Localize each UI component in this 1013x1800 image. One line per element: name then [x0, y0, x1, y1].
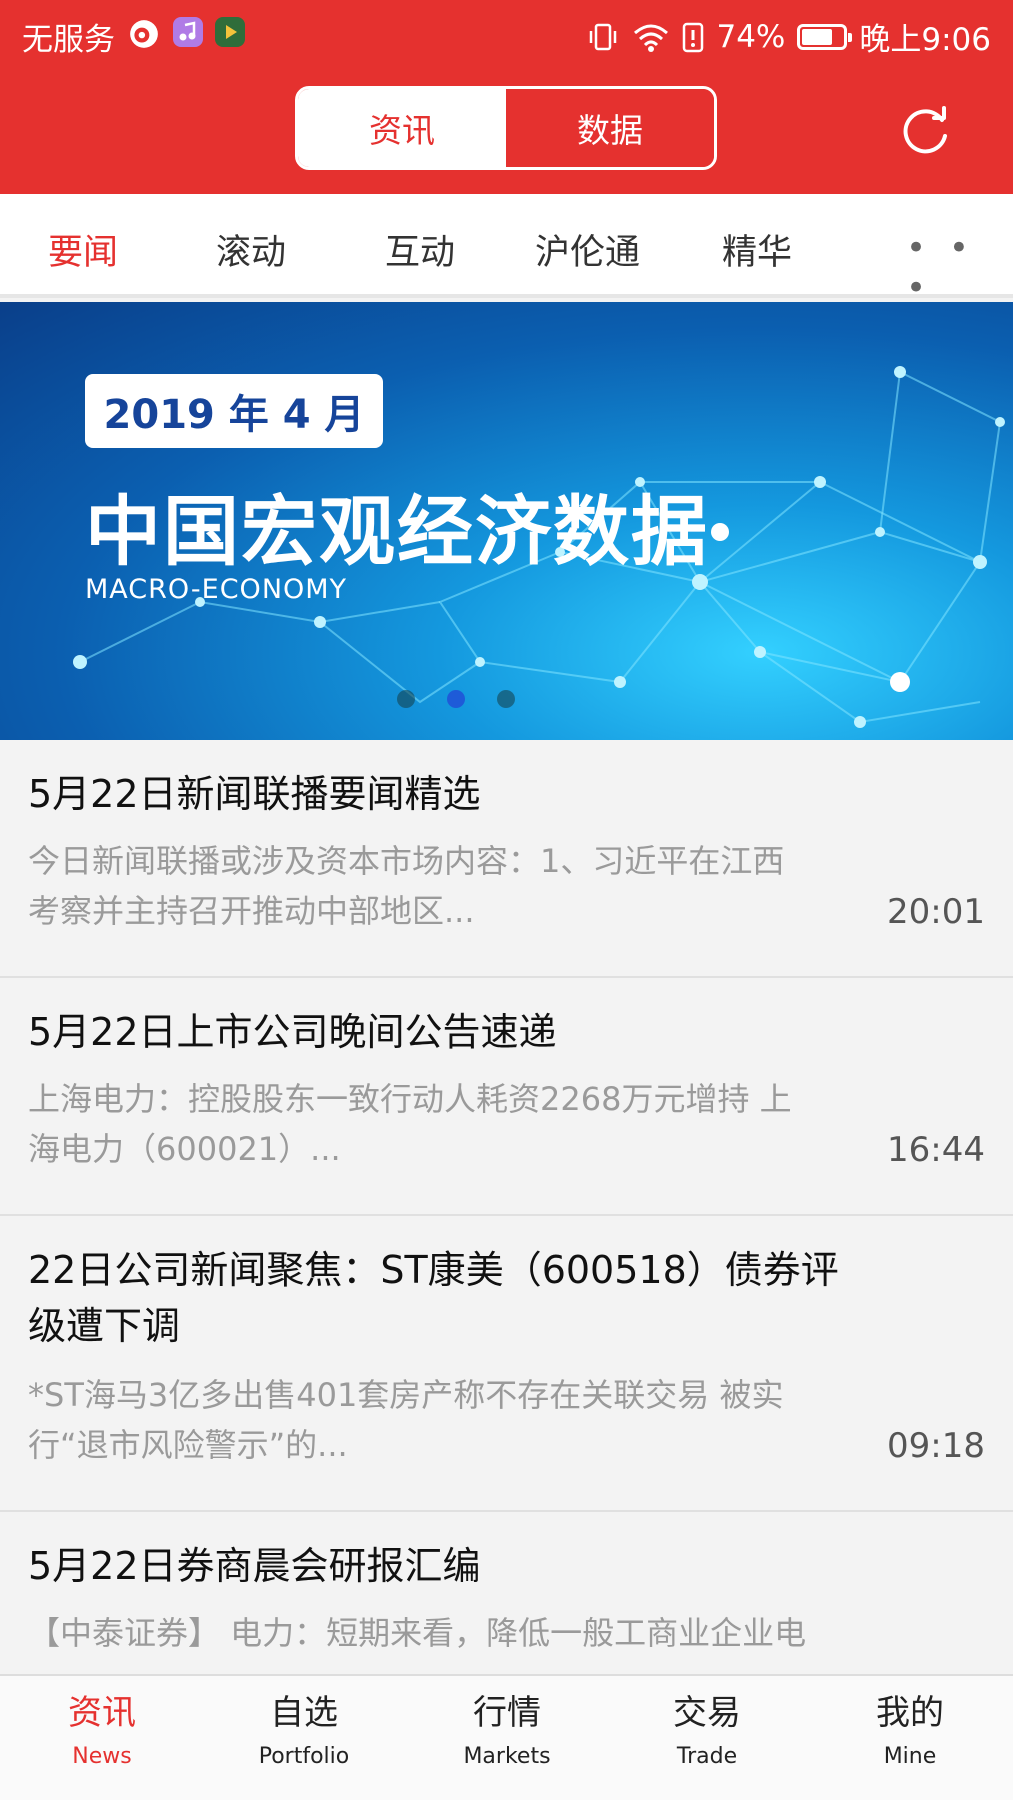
video-app-icon — [215, 17, 245, 47]
news-time: 09:18 — [887, 1426, 985, 1466]
news-title: 5月22日上市公司晚间公告速递 — [28, 1010, 557, 1054]
banner-date: 2019 年 4 月 — [85, 374, 383, 448]
app-header: 无服务 74% 晚上9:06 资讯 数据 — [0, 0, 1013, 194]
nav-sublabel: News — [72, 1744, 132, 1769]
news-item[interactable]: 5月22日新闻联播要闻精选 今日新闻联播或涉及资本市场内容：1、习近平在江西 考… — [0, 740, 1013, 978]
news-list: 5月22日新闻联播要闻精选 今日新闻联播或涉及资本市场内容：1、习近平在江西 考… — [0, 740, 1013, 1712]
news-item[interactable]: 5月22日上市公司晚间公告速递 上海电力：控股股东一致行动人耗资2268万元增持… — [0, 978, 1013, 1216]
news-summary-line: 上海电力：控股股东一致行动人耗资2268万元增持 上 — [28, 1080, 792, 1118]
nav-markets[interactable]: 行情 Markets — [437, 1690, 577, 1769]
more-tabs-icon[interactable]: • • • — [906, 228, 1013, 308]
nav-label: 资讯 — [68, 1693, 136, 1733]
banner-carousel[interactable]: 2019 年 4 月 中国宏观经济数据 MACRO-ECONOMY — [0, 302, 1013, 740]
nav-label: 自选 — [270, 1693, 338, 1733]
carousel-dot[interactable] — [447, 690, 465, 708]
tab-interactive[interactable]: 互动 — [385, 224, 455, 275]
clock: 晚上9:06 — [859, 22, 991, 58]
refresh-icon[interactable] — [898, 102, 954, 158]
tab-rolling[interactable]: 滚动 — [216, 224, 286, 275]
category-tabs: 要闻 滚动 互动 沪伦通 精华 • • • — [0, 194, 1013, 308]
banner-title: 中国宏观经济数据 — [85, 487, 709, 576]
status-right: 74% 晚上9:06 — [586, 14, 991, 59]
banner-subtitle: MACRO-ECONOMY — [85, 574, 348, 605]
news-title-line2: 级遭下调 — [28, 1304, 181, 1348]
nav-sublabel: Mine — [883, 1744, 937, 1769]
segment-data[interactable]: 数据 — [506, 89, 714, 167]
nav-sublabel: Portfolio — [258, 1744, 350, 1769]
nav-label: 行情 — [473, 1693, 541, 1733]
tab-highlights[interactable]: 精华 — [722, 224, 792, 275]
carrier-label: 无服务 — [22, 22, 115, 58]
news-title: 5月22日新闻联播要闻精选 — [28, 772, 481, 816]
vibrate-icon — [590, 23, 617, 50]
segment-news[interactable]: 资讯 — [298, 89, 506, 167]
news-summary-line: 考察并主持召开推动中部地区... — [28, 892, 475, 930]
battery-icon — [797, 23, 853, 50]
battery-percent: 74% — [716, 18, 786, 55]
news-summary-line: 【中泰证券】 电力：短期来看，降低一般工商业企业电 — [28, 1614, 807, 1652]
nav-news[interactable]: 资讯 News — [32, 1690, 172, 1769]
nav-trade[interactable]: 交易 Trade — [637, 1690, 777, 1769]
nav-label: 交易 — [673, 1693, 741, 1733]
battery-fill — [802, 28, 832, 45]
nav-label: 我的 — [876, 1693, 944, 1733]
news-time: 20:01 — [887, 892, 985, 932]
nav-mine[interactable]: 我的 Mine — [840, 1690, 980, 1769]
news-title: 5月22日券商晨会研报汇编 — [28, 1544, 481, 1588]
tab-headlines[interactable]: 要闻 — [48, 224, 118, 275]
status-bar: 无服务 74% 晚上9:06 — [0, 0, 1013, 72]
nav-portfolio[interactable]: 自选 Portfolio — [234, 1690, 374, 1769]
carousel-dot[interactable] — [397, 690, 415, 708]
battery-alert-icon — [683, 22, 704, 52]
news-item[interactable]: 22日公司新闻聚焦：ST康美（600518）债券评 级遭下调 *ST海马3亿多出… — [0, 1216, 1013, 1512]
wifi-icon — [634, 24, 669, 52]
bottom-nav: 资讯 News 自选 Portfolio 行情 Markets 交易 Trade… — [0, 1674, 1013, 1800]
news-summary-line: 行“退市风险警示”的... — [28, 1426, 348, 1464]
music-app-icon — [173, 17, 203, 47]
nav-sublabel: Trade — [676, 1744, 738, 1769]
segment-control: 资讯 数据 — [295, 86, 717, 170]
news-summary-line: 今日新闻联播或涉及资本市场内容：1、习近平在江西 — [28, 842, 785, 880]
news-summary-line: 海电力（600021）... — [28, 1130, 341, 1168]
nav-sublabel: Markets — [463, 1744, 551, 1769]
news-time: 16:44 — [887, 1130, 985, 1170]
tab-shanghai-london-connect[interactable]: 沪伦通 — [535, 224, 640, 275]
carousel-dot[interactable] — [497, 690, 515, 708]
news-summary-line: *ST海马3亿多出售401套房产称不存在关联交易 被实 — [28, 1376, 784, 1414]
news-title: 22日公司新闻聚焦：ST康美（600518）债券评 — [28, 1248, 839, 1292]
weibo-icon — [130, 20, 158, 48]
carousel-indicator — [0, 690, 1013, 714]
